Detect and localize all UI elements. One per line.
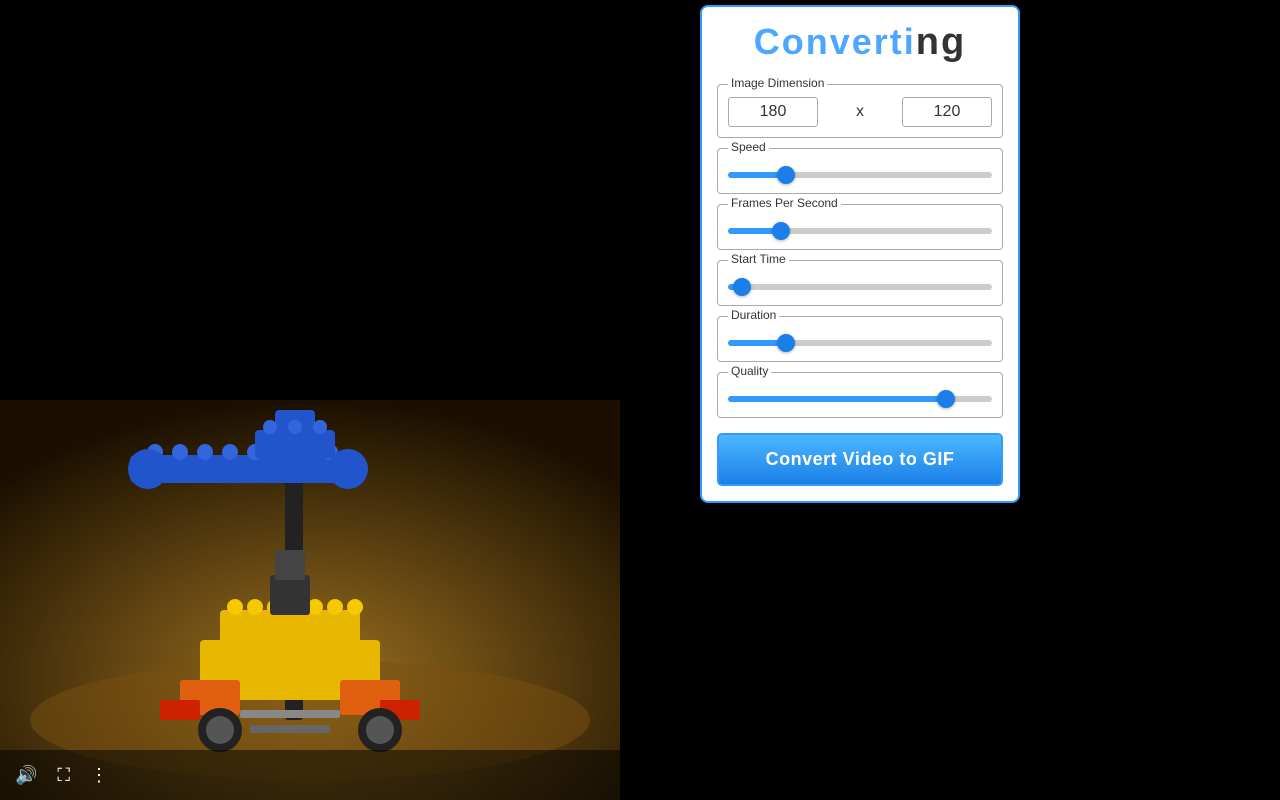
fps-slider-container: [728, 221, 992, 239]
image-dimension-group: Image Dimension x: [717, 84, 1003, 138]
duration-slider[interactable]: [728, 340, 992, 346]
start-time-slider-container: [728, 277, 992, 295]
quality-slider-container: [728, 389, 992, 407]
lego-svg: [0, 400, 620, 800]
video-frame: [0, 400, 620, 800]
convert-button[interactable]: Convert Video to GIF: [717, 433, 1003, 486]
fullscreen-icon[interactable]: ⛶: [57, 765, 70, 786]
duration-label: Duration: [728, 308, 779, 322]
fps-group: Frames Per Second: [717, 204, 1003, 250]
dimension-separator: x: [826, 103, 894, 121]
volume-icon[interactable]: 🔊: [15, 765, 37, 786]
start-time-label: Start Time: [728, 252, 789, 266]
dimension-row: x: [728, 97, 992, 127]
duration-slider-container: [728, 333, 992, 351]
video-area: 🔊 ⛶ ⋮: [0, 0, 620, 800]
speed-slider-container: [728, 165, 992, 183]
width-input[interactable]: [728, 97, 818, 127]
speed-label: Speed: [728, 140, 769, 154]
speed-group: Speed: [717, 148, 1003, 194]
title-ng: ng: [916, 21, 966, 63]
start-time-group: Start Time: [717, 260, 1003, 306]
fps-slider[interactable]: [728, 228, 992, 234]
image-dimension-label: Image Dimension: [728, 76, 827, 90]
duration-group: Duration: [717, 316, 1003, 362]
title-main: Converti: [754, 21, 916, 62]
speed-slider[interactable]: [728, 172, 992, 178]
quality-group: Quality: [717, 372, 1003, 418]
panel-title: Converting: [717, 22, 1003, 64]
height-input[interactable]: [902, 97, 992, 127]
fps-label: Frames Per Second: [728, 196, 841, 210]
start-time-slider[interactable]: [728, 284, 992, 290]
conversion-panel: Converting Image Dimension x Speed Frame…: [700, 5, 1020, 503]
quality-slider[interactable]: [728, 396, 992, 402]
quality-label: Quality: [728, 364, 771, 378]
video-controls-bar: 🔊 ⛶ ⋮: [0, 750, 620, 800]
menu-icon[interactable]: ⋮: [90, 765, 108, 786]
